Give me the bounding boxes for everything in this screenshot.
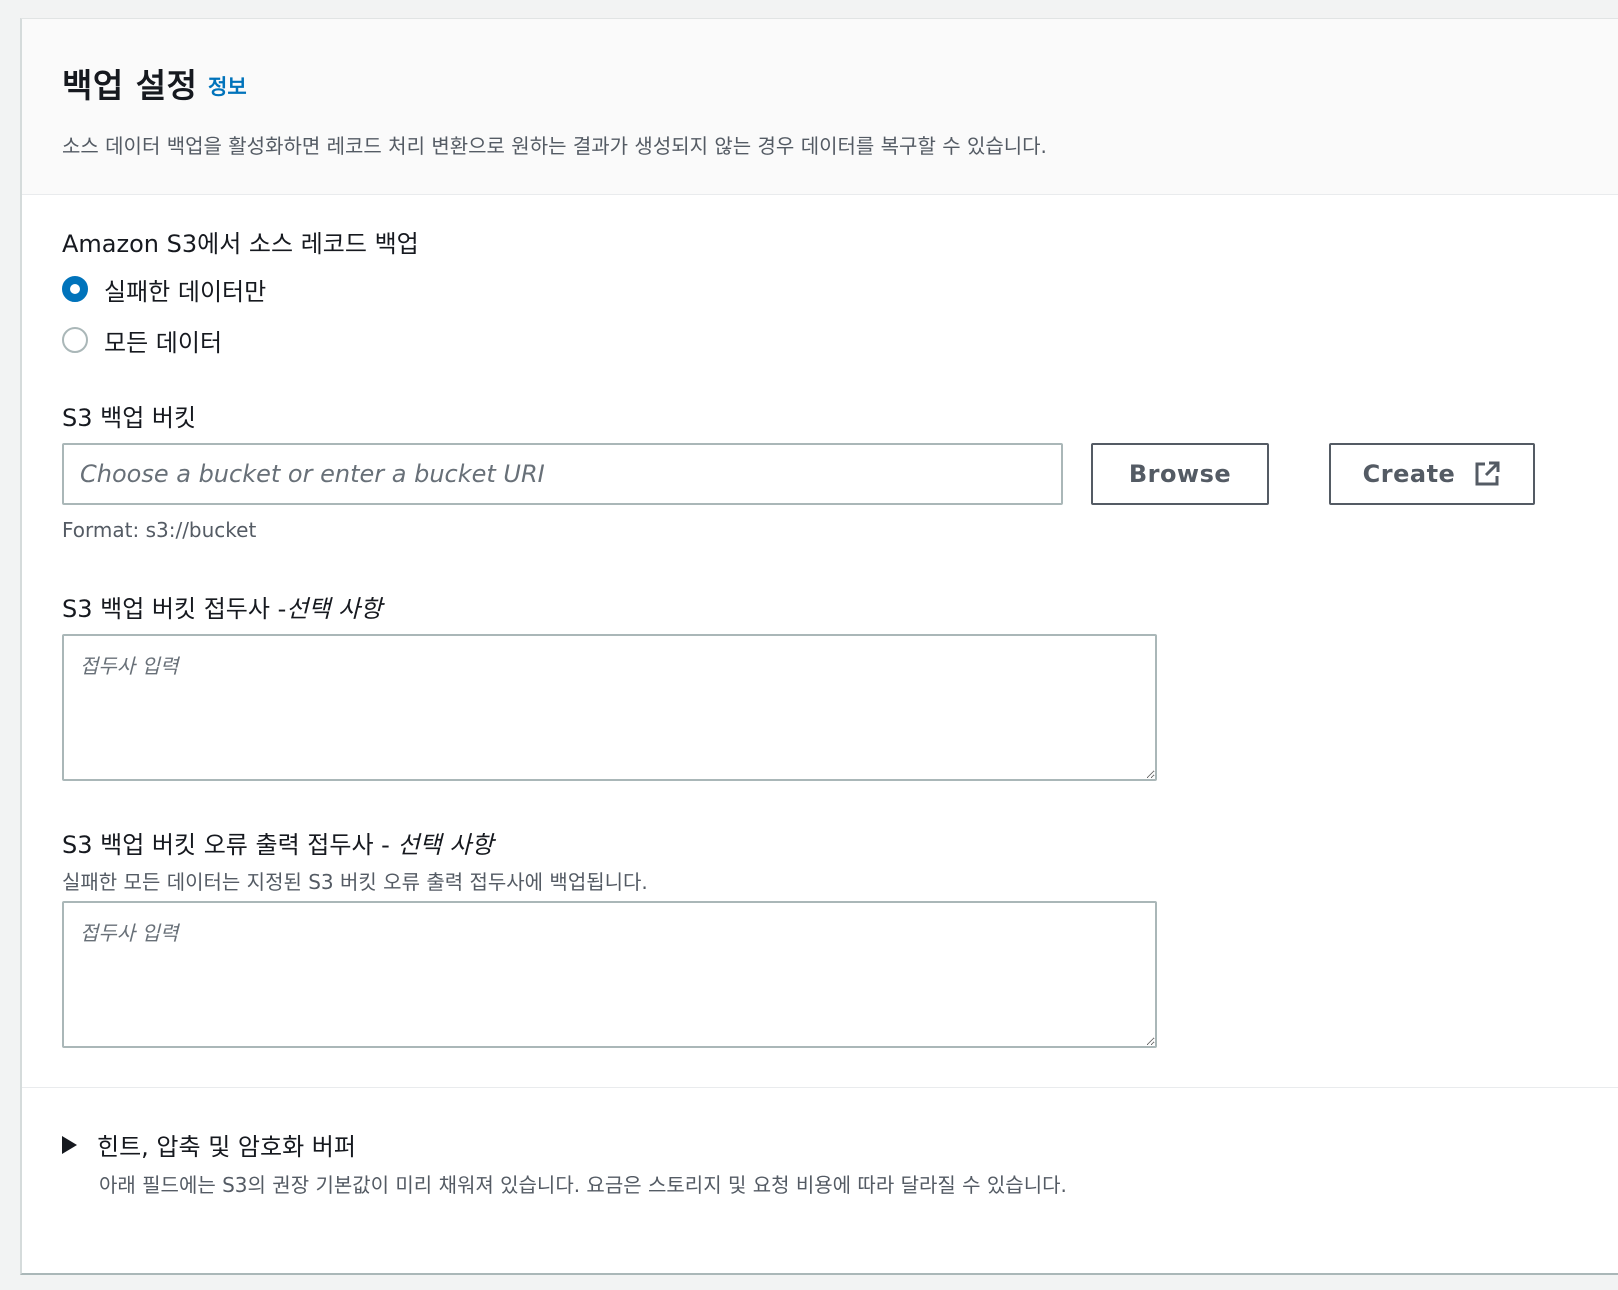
caret-right-icon[interactable]: [62, 1135, 77, 1154]
section-divider: [22, 1087, 1618, 1088]
section-description: 소스 데이터 백업을 활성화하면 레코드 처리 변환으로 원하는 결과가 생성되…: [62, 134, 1047, 158]
backup-mode-label: Amazon S3에서 소스 레코드 백업: [62, 230, 419, 258]
radio-selected-icon[interactable]: [62, 276, 88, 302]
error-prefix-textarea[interactable]: [62, 901, 1157, 1048]
create-button[interactable]: Create: [1329, 443, 1535, 505]
expander-title: 힌트, 압축 및 암호화 버퍼: [97, 1133, 356, 1161]
expander-description: 아래 필드에는 S3의 권장 기본값이 미리 채워져 있습니다. 요금은 스토리…: [99, 1173, 1067, 1197]
error-prefix-label-text: S3 백업 버킷 오류 출력 접두사 -: [62, 831, 398, 859]
error-prefix-label: S3 백업 버킷 오류 출력 접두사 - 선택 사항: [62, 825, 493, 860]
bucket-format-hint: Format: s3://bucket: [62, 518, 257, 542]
browse-button-label: Browse: [1128, 460, 1232, 488]
advanced-settings-expander[interactable]: 힌트, 압축 및 암호화 버퍼: [62, 1127, 356, 1162]
radio-option-label: 모든 데이터: [104, 328, 223, 357]
radio-failed-data-only[interactable]: 실패한 데이터만: [62, 272, 266, 306]
radio-all-data[interactable]: 모든 데이터: [62, 323, 222, 357]
browse-button[interactable]: Browse: [1091, 443, 1269, 505]
bucket-uri-input[interactable]: [62, 443, 1063, 505]
radio-option-label: 실패한 데이터만: [104, 277, 267, 306]
info-link[interactable]: 정보: [208, 71, 247, 101]
external-link-icon: [1473, 460, 1501, 488]
prefix-optional-text: 선택 사항: [286, 595, 383, 623]
error-prefix-optional-text: 선택 사항: [397, 831, 494, 859]
panel-header: 백업 설정 정보 소스 데이터 백업을 활성화하면 레코드 처리 변환으로 원하…: [22, 19, 1618, 195]
prefix-label-text: S3 백업 버킷 접두사 -: [62, 595, 287, 623]
backup-settings-panel: 백업 설정 정보 소스 데이터 백업을 활성화하면 레코드 처리 변환으로 원하…: [20, 18, 1618, 1275]
prefix-textarea[interactable]: [62, 634, 1157, 781]
section-title: 백업 설정: [62, 66, 198, 105]
error-prefix-description: 실패한 모든 데이터는 지정된 S3 버킷 오류 출력 접두사에 백업됩니다.: [62, 870, 648, 894]
create-button-label: Create: [1362, 460, 1456, 488]
bucket-label: S3 백업 버킷: [62, 404, 197, 432]
radio-unselected-icon[interactable]: [62, 327, 88, 353]
prefix-label: S3 백업 버킷 접두사 -선택 사항: [62, 589, 382, 624]
